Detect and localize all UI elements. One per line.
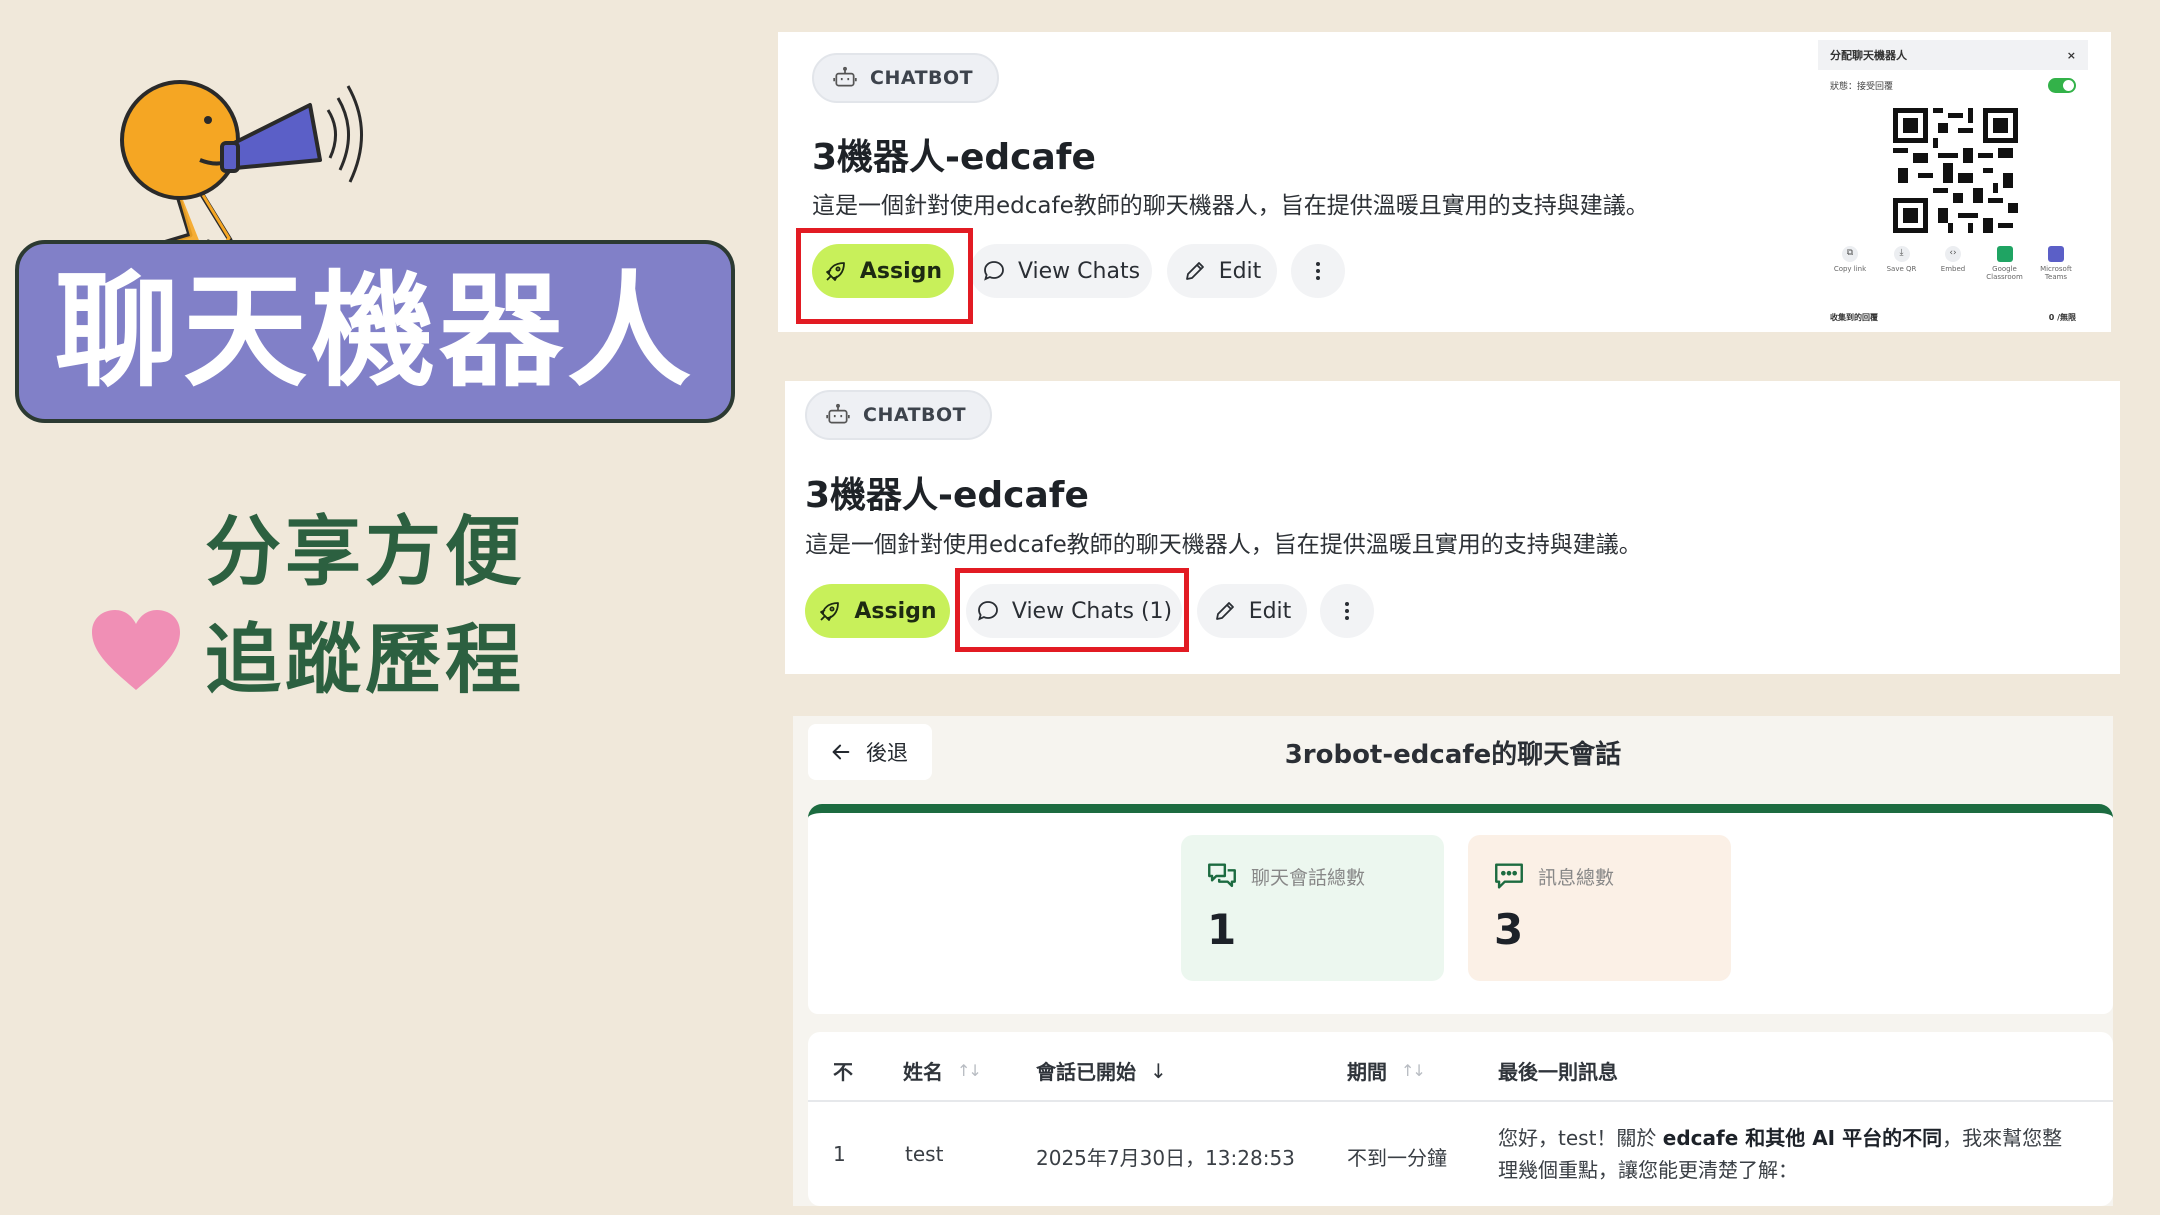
cell-no: 1 <box>833 1142 846 1166</box>
col-name[interactable]: 姓名 ↑↓ <box>903 1056 982 1085</box>
msg-pre: 您好，test！關於 <box>1498 1126 1663 1150</box>
view-chats-button[interactable]: View Chats <box>970 244 1152 298</box>
chat-sessions-page: 後退 3robot-edcafe的聊天會話 聊天會話總數 1 訊息總數 3 不 <box>793 716 2113 1206</box>
main-title: 聊天機器人 <box>54 259 695 404</box>
col-last-message-label: 最後一則訊息 <box>1498 1060 1618 1084</box>
more-vertical-icon <box>1316 262 1320 280</box>
cell-duration: 不到一分鐘 <box>1347 1146 1447 1170</box>
teams-label: Microsoft Teams <box>2040 265 2072 281</box>
robot-icon <box>826 403 850 424</box>
share-status-row: 狀態：接受回覆 <box>1818 70 2088 101</box>
message-dots-icon <box>1495 863 1523 889</box>
stat-label: 訊息總數 <box>1538 866 1615 889</box>
chatbot-chip: CHATBOT <box>812 53 1000 103</box>
embed-label: Embed <box>1940 265 1966 273</box>
col-duration-label: 期間 <box>1347 1060 1387 1084</box>
edit-label: Edit <box>1218 258 1262 284</box>
chatbot-chip: CHATBOT <box>805 390 993 440</box>
bot-name: 3機器人-edcafe <box>812 137 1096 178</box>
stat-label: 聊天會話總數 <box>1251 866 1366 889</box>
bot-description: 這是一個針對使用edcafe教師的聊天機器人，旨在提供溫暖且實用的支持與建議。 <box>812 193 1649 219</box>
google-classroom-icon <box>1996 246 2013 262</box>
col-no-label: 不 <box>833 1060 853 1084</box>
sessions-table: 不 姓名 ↑↓ 會話已開始 ↓ 期間 ↑↓ 最後一則訊息 1 test 2025年7月… <box>808 1032 2113 1206</box>
google-classroom-option[interactable]: Google Classroom <box>1981 246 2029 281</box>
pencil-icon <box>1215 602 1234 620</box>
download-icon: ⤓ <box>1893 246 1910 262</box>
stat-total-sessions: 聊天會話總數 1 <box>1181 835 1444 981</box>
more-vertical-icon <box>1345 602 1349 620</box>
close-icon[interactable]: × <box>2067 49 2076 62</box>
link-icon: ⧉ <box>1842 246 1858 262</box>
bot-description: 這是一個針對使用edcafe教師的聊天機器人，旨在提供溫暖且實用的支持與建議。 <box>805 532 1642 558</box>
sort-icon: ↑↓ <box>957 1061 982 1080</box>
cell-name: test <box>905 1142 944 1166</box>
accept-replies-toggle[interactable] <box>2048 78 2076 93</box>
copy-link-label: Copy link <box>1833 265 1867 273</box>
responses-count: 0 /無限 <box>2048 313 2076 322</box>
share-dialog: 分配聊天機器人 × 狀態：接受回覆 ⧉ Copy link ⤓ Save QR … <box>1818 40 2088 330</box>
chat-bubble-icon <box>984 261 1004 281</box>
copy-link-option[interactable]: ⧉ Copy link <box>1826 246 1874 281</box>
share-dialog-title: 分配聊天機器人 <box>1830 49 1907 62</box>
cell-started: 2025年7月30日，13:28:53 <box>1036 1146 1295 1170</box>
qr-code-icon <box>1893 108 2018 233</box>
save-qr-option[interactable]: ⤓ Save QR <box>1878 246 1926 281</box>
teams-option[interactable]: Microsoft Teams <box>2032 246 2080 281</box>
edit-button[interactable]: Edit <box>1167 244 1277 298</box>
page-title: 3robot-edcafe的聊天會話 <box>1284 740 1622 770</box>
chats-icon <box>1208 863 1236 888</box>
more-options-button[interactable] <box>1320 584 1374 638</box>
bot-name: 3機器人-edcafe <box>805 475 1089 516</box>
cell-last-message: 您好，test！關於 edcafe 和其他 AI 平台的不同，我來幫您整理幾個重… <box>1498 1122 2068 1186</box>
heart-icon <box>92 610 180 690</box>
edit-button[interactable]: Edit <box>1197 584 1307 638</box>
col-started[interactable]: 會話已開始 ↓ <box>1036 1056 1167 1085</box>
col-started-label: 會話已開始 <box>1036 1060 1136 1084</box>
robot-icon <box>833 66 857 87</box>
responses-label: 收集到的回覆 <box>1830 313 1878 322</box>
chip-label: CHATBOT <box>870 67 974 89</box>
highlight-view-chats <box>955 568 1189 652</box>
highlight-assign <box>796 228 973 324</box>
col-no: 不 <box>833 1056 853 1085</box>
feature-share: 分享方便 <box>205 507 525 596</box>
code-icon: ‹› <box>1945 246 1961 262</box>
stat-value: 1 <box>1207 905 1237 954</box>
stat-total-messages: 訊息總數 3 <box>1468 835 1731 981</box>
title-banner: 聊天機器人 <box>15 240 735 423</box>
google-classroom-label: Google Classroom <box>1986 265 2023 281</box>
sort-icon: ↑↓ <box>1401 1061 1426 1080</box>
share-options: ⧉ Copy link ⤓ Save QR ‹› Embed Google Cl… <box>1826 246 2080 281</box>
share-footer: 收集到的回覆 0 /無限 <box>1830 312 2076 323</box>
stats-card: 聊天會話總數 1 訊息總數 3 <box>808 804 2113 1014</box>
share-dialog-header: 分配聊天機器人 × <box>1818 40 2088 70</box>
chip-label: CHATBOT <box>863 404 967 426</box>
msg-bold: edcafe 和其他 AI 平台的不同 <box>1662 1126 1943 1150</box>
teams-icon <box>2048 246 2064 262</box>
assign-button[interactable]: Assign <box>805 584 950 638</box>
feature-track: 追蹤歷程 <box>205 615 525 704</box>
assign-label: Assign <box>854 598 937 624</box>
edit-label: Edit <box>1248 598 1292 624</box>
embed-option[interactable]: ‹› Embed <box>1929 246 1977 281</box>
sort-desc-icon: ↓ <box>1150 1058 1167 1083</box>
stat-value: 3 <box>1494 905 1524 954</box>
col-name-label: 姓名 <box>903 1060 943 1084</box>
save-qr-label: Save QR <box>1886 265 1917 273</box>
pencil-icon <box>1185 262 1204 280</box>
col-last-message: 最後一則訊息 <box>1498 1056 1618 1085</box>
more-options-button[interactable] <box>1291 244 1345 298</box>
status-label: 狀態：接受回覆 <box>1830 82 1894 92</box>
col-duration[interactable]: 期間 ↑↓ <box>1347 1056 1426 1085</box>
table-header: 不 姓名 ↑↓ 會話已開始 ↓ 期間 ↑↓ 最後一則訊息 <box>808 1032 2113 1102</box>
rocket-icon <box>820 602 840 621</box>
view-chats-label: View Chats <box>1017 258 1141 284</box>
